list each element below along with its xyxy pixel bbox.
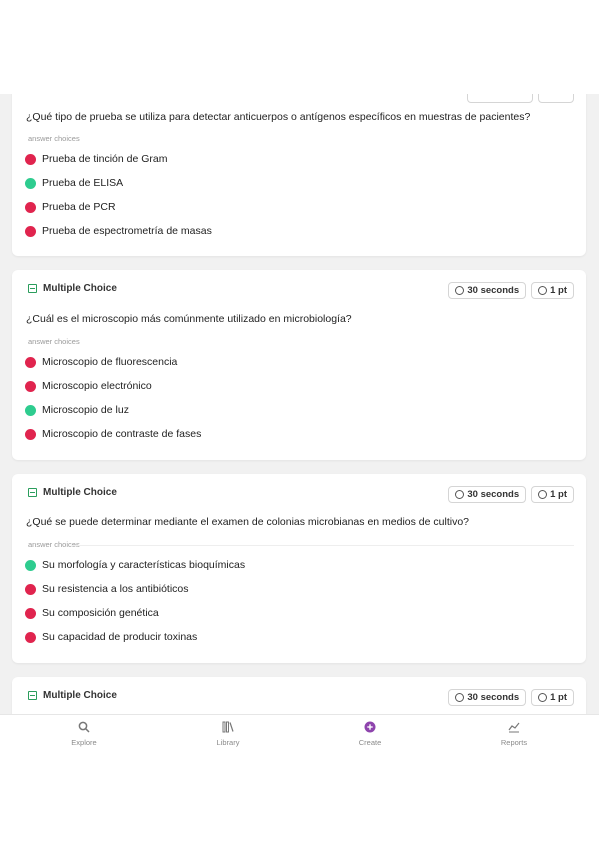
question-card: ¿Qué tipo de prueba se utiliza para dete… (12, 94, 586, 256)
question-type: Multiple Choice (28, 487, 117, 498)
answer-choices-label: answer choices (28, 134, 80, 143)
time-badge[interactable]: 30 seconds (448, 486, 527, 503)
answer-choice: Su composición genética (25, 607, 159, 619)
correct-dot-icon (25, 559, 36, 571)
check-circle-icon (538, 286, 548, 295)
card-badges: 30 seconds 1 pt (448, 282, 574, 299)
question-text: ¿Cuál es el microscopio más comúnmente u… (26, 313, 352, 325)
search-icon (78, 721, 90, 733)
question-card: Multiple Choice 30 seconds 1 pt ¿Qué se … (12, 474, 586, 663)
points-badge[interactable]: 1 pt (531, 689, 574, 706)
incorrect-dot-icon (25, 225, 36, 237)
card-badges (467, 94, 574, 103)
question-text: ¿Qué se puede determinar mediante el exa… (26, 516, 469, 528)
incorrect-dot-icon (25, 356, 36, 368)
divider (72, 545, 574, 546)
time-badge[interactable] (467, 94, 533, 103)
answer-choice: Microscopio de luz (25, 404, 129, 416)
card-badges: 30 seconds 1 pt (448, 486, 574, 503)
bottom-navigation: Explore Library Create Reports (0, 714, 599, 751)
clock-icon (455, 490, 465, 499)
nav-label: Library (216, 738, 240, 747)
incorrect-dot-icon (25, 583, 36, 595)
correct-dot-icon (25, 404, 36, 416)
incorrect-dot-icon (25, 153, 36, 165)
library-icon (222, 721, 234, 733)
answer-choice: Su morfología y características bioquími… (25, 559, 245, 571)
answer-choices-label: answer choices (28, 337, 80, 346)
quiz-scroll-area[interactable]: ¿Qué tipo de prueba se utiliza para dete… (0, 94, 599, 714)
answer-choice: Prueba de tinción de Gram (25, 153, 168, 165)
card-header: Multiple Choice 30 seconds 1 pt (28, 689, 574, 707)
nav-explore[interactable]: Explore (49, 721, 119, 747)
nav-create[interactable]: Create (335, 721, 405, 747)
card-header: Multiple Choice 30 seconds 1 pt (28, 486, 574, 504)
answer-choice: Microscopio de fluorescencia (25, 356, 177, 368)
check-circle-icon (538, 693, 548, 702)
question-type: Multiple Choice (28, 283, 117, 294)
answer-choice: Prueba de PCR (25, 201, 116, 213)
incorrect-dot-icon (25, 380, 36, 392)
answer-choice: Microscopio de contraste de fases (25, 428, 201, 440)
points-badge[interactable] (538, 94, 574, 103)
question-text: ¿Qué tipo de prueba se utiliza para dete… (26, 111, 531, 123)
check-circle-icon (538, 490, 548, 499)
multiple-choice-icon (28, 284, 37, 293)
incorrect-dot-icon (25, 607, 36, 619)
question-card: Multiple Choice 30 seconds 1 pt (12, 677, 586, 714)
card-header (28, 94, 574, 104)
multiple-choice-icon (28, 691, 37, 700)
answer-choice: Prueba de espectrometría de masas (25, 225, 212, 237)
correct-dot-icon (25, 177, 36, 189)
time-badge[interactable]: 30 seconds (448, 689, 527, 706)
question-type: Multiple Choice (28, 690, 117, 701)
chart-icon (508, 722, 520, 733)
nav-label: Explore (71, 738, 97, 747)
card-header: Multiple Choice 30 seconds 1 pt (28, 282, 574, 300)
nav-library[interactable]: Library (193, 721, 263, 747)
clock-icon (455, 286, 465, 295)
answer-choice: Prueba de ELISA (25, 177, 123, 189)
card-badges: 30 seconds 1 pt (448, 689, 574, 706)
plus-circle-icon (364, 721, 376, 733)
question-card: Multiple Choice 30 seconds 1 pt ¿Cuál es… (12, 270, 586, 460)
points-badge[interactable]: 1 pt (531, 282, 574, 299)
time-badge[interactable]: 30 seconds (448, 282, 527, 299)
nav-label: Reports (500, 738, 528, 747)
nav-reports[interactable]: Reports (479, 721, 549, 747)
nav-label: Create (358, 738, 382, 747)
clock-icon (455, 693, 465, 702)
answer-choice: Su capacidad de producir toxinas (25, 631, 197, 643)
multiple-choice-icon (28, 488, 37, 497)
points-badge[interactable]: 1 pt (531, 486, 574, 503)
answer-choice: Su resistencia a los antibióticos (25, 583, 189, 595)
answer-choice: Microscopio electrónico (25, 380, 152, 392)
incorrect-dot-icon (25, 201, 36, 213)
incorrect-dot-icon (25, 631, 36, 643)
incorrect-dot-icon (25, 428, 36, 440)
